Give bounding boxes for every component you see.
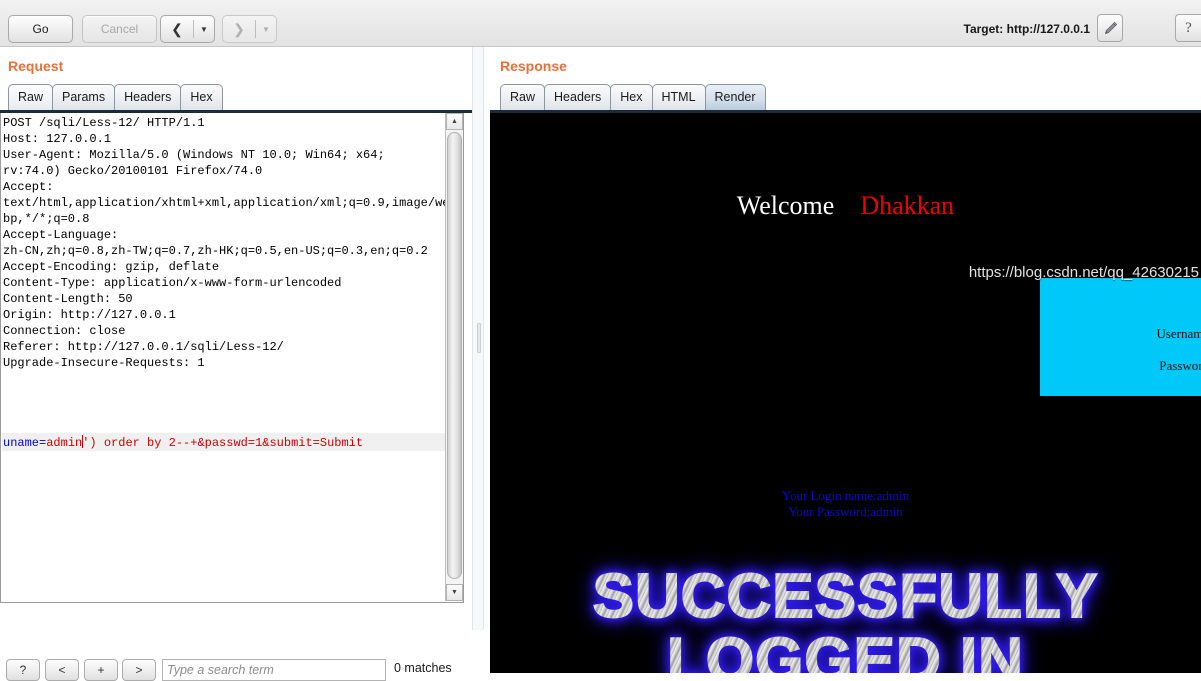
response-panel: Response Raw Headers Hex HTML Render Wel… [484, 47, 1201, 673]
search-prev-button[interactable]: < [45, 659, 79, 681]
search-next-button[interactable]: > [122, 659, 156, 681]
tab-response-hex[interactable]: Hex [610, 84, 653, 110]
scroll-down-arrow-icon[interactable]: ▼ [446, 584, 463, 601]
response-panel-title: Response [500, 58, 567, 74]
success-line-1: SUCCESSFULLY [490, 564, 1201, 630]
cancel-button[interactable]: Cancel [82, 15, 157, 43]
login-password-line: Your Password:admin [788, 504, 903, 519]
body-param-name: uname= [3, 436, 47, 450]
tab-response-headers[interactable]: Headers [544, 84, 612, 110]
scrollbar-thumb[interactable] [447, 132, 462, 579]
response-tabstrip: Raw Headers Hex HTML Render [500, 84, 766, 111]
login-form-box: Username : Password : [1040, 278, 1201, 396]
tab-request-headers[interactable]: Headers [114, 84, 182, 110]
welcome-word: Welcome [736, 191, 835, 220]
go-button[interactable]: Go [8, 15, 73, 43]
tab-request-raw[interactable]: Raw [8, 84, 54, 110]
welcome-name: Dhakkan [860, 191, 955, 220]
repeater-toolbar: Go Cancel ❮ ▼ ❯ ▼ Target: http://127.0.0… [0, 0, 1201, 47]
username-label: Username : [1156, 326, 1201, 341]
chevron-down-icon[interactable]: ▼ [256, 25, 276, 34]
pencil-icon [1104, 21, 1117, 34]
help-label: ? [1185, 19, 1192, 36]
edit-target-button[interactable] [1097, 14, 1123, 42]
success-line-2: LOGGED IN [490, 628, 1201, 674]
welcome-heading: Welcome Dhakkan [490, 191, 1201, 221]
search-input[interactable]: Type a search term [162, 659, 386, 681]
chevron-left-icon: ❮ [171, 21, 183, 37]
splitter-handle[interactable] [477, 323, 481, 353]
request-panel-title: Request [8, 58, 64, 74]
match-count-label: 0 matches [394, 661, 452, 675]
tab-request-params[interactable]: Params [52, 84, 116, 110]
history-back-button[interactable]: ❮ ▼ [160, 15, 215, 43]
history-forward-button[interactable]: ❯ ▼ [222, 15, 277, 43]
scroll-up-arrow-icon[interactable]: ▲ [446, 113, 463, 130]
panel-splitter[interactable] [472, 47, 484, 630]
search-help-button[interactable]: ? [6, 659, 40, 681]
body-param-rest: &passwd=1&submit=Submit [197, 436, 364, 450]
request-search-bar: ? < + > Type a search term 0 matches [0, 659, 472, 681]
request-body-text[interactable]: uname=admin') order by 2--+&passwd=1&sub… [3, 435, 363, 451]
blog-watermark: https://blog.csdn.net/qq_42630215 [968, 264, 1199, 281]
request-headers-text[interactable]: POST /sqli/Less-12/ HTTP/1.1 Host: 127.0… [2, 114, 445, 601]
chevron-down-icon[interactable]: ▼ [194, 25, 214, 34]
body-injection: ') order by 2--+ [82, 436, 198, 450]
body-param-value: admin [46, 436, 83, 450]
request-scrollbar[interactable]: ▲ ▼ [445, 113, 463, 601]
search-add-button[interactable]: + [84, 659, 118, 681]
request-panel: Request Raw Params Headers Hex POST /sql… [0, 47, 472, 681]
chevron-right-icon: ❯ [233, 21, 245, 37]
request-editor[interactable]: POST /sqli/Less-12/ HTTP/1.1 Host: 127.0… [0, 113, 464, 603]
tab-response-html[interactable]: HTML [651, 84, 706, 110]
password-label: Password : [1159, 358, 1201, 373]
tab-response-render[interactable]: Render [704, 84, 766, 110]
help-button[interactable]: ? [1175, 14, 1201, 42]
success-banner: SUCCESSFULLY LOGGED IN [490, 564, 1201, 674]
tab-request-hex[interactable]: Hex [180, 84, 223, 110]
login-info-block: Your Login name:admin Your Password:admi… [490, 488, 1201, 520]
request-tabstrip: Raw Params Headers Hex [8, 84, 223, 111]
response-render-viewport[interactable]: Welcome Dhakkan Username : Password : You… [490, 113, 1201, 673]
tab-response-raw[interactable]: Raw [500, 84, 546, 110]
target-label: Target: http://127.0.0.1 [963, 22, 1090, 36]
login-name-line: Your Login name:admin [781, 488, 910, 503]
